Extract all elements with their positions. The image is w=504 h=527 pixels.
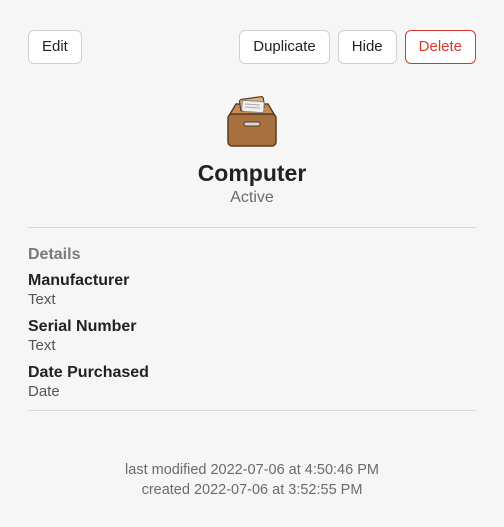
details-section-label: Details	[28, 246, 476, 264]
created-text: created 2022-07-06 at 3:52:55 PM	[28, 481, 476, 501]
divider-top	[28, 227, 476, 228]
field-label: Date Purchased	[28, 364, 476, 382]
item-title: Computer	[28, 160, 476, 187]
item-status: Active	[28, 189, 476, 207]
edit-button[interactable]: Edit	[28, 30, 82, 64]
field-value: Text	[28, 337, 476, 354]
timestamps: last modified 2022-07-06 at 4:50:46 PM c…	[28, 461, 476, 500]
duplicate-button[interactable]: Duplicate	[239, 30, 330, 64]
toolbar-left: Edit	[28, 30, 82, 64]
hide-button[interactable]: Hide	[338, 30, 397, 64]
field-label: Serial Number	[28, 318, 476, 336]
delete-button[interactable]: Delete	[405, 30, 476, 64]
toolbar: Edit Duplicate Hide Delete	[28, 30, 476, 64]
field-date-purchased: Date Purchased Date	[28, 364, 476, 400]
item-header: Computer Active	[28, 92, 476, 207]
field-serial-number: Serial Number Text	[28, 318, 476, 354]
divider-bottom	[28, 410, 476, 411]
field-manufacturer: Manufacturer Text	[28, 272, 476, 308]
last-modified-text: last modified 2022-07-06 at 4:50:46 PM	[28, 461, 476, 481]
field-value: Date	[28, 383, 476, 400]
item-icon-wrap	[28, 92, 476, 150]
toolbar-right: Duplicate Hide Delete	[239, 30, 476, 64]
card-file-box-icon	[220, 92, 284, 150]
field-label: Manufacturer	[28, 272, 476, 290]
details-list: Manufacturer Text Serial Number Text Dat…	[28, 272, 476, 400]
field-value: Text	[28, 291, 476, 308]
